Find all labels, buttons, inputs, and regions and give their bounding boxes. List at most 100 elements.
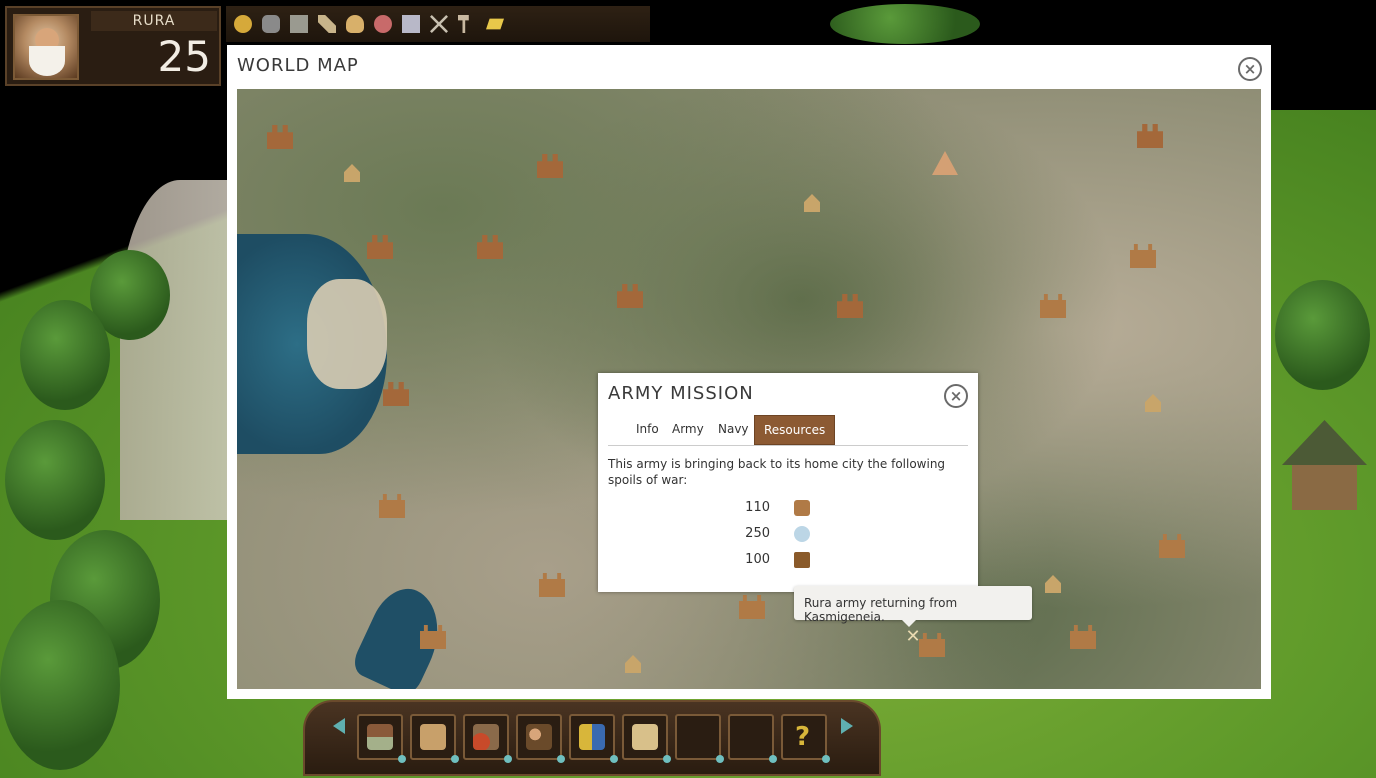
scroll-seal-glyph — [473, 724, 499, 750]
player-name: RURA — [91, 11, 217, 31]
help-icon[interactable]: ? — [781, 714, 830, 763]
village-marker-icon[interactable] — [804, 194, 820, 212]
city-glyph — [367, 724, 393, 750]
iron-ore-icon[interactable] — [262, 15, 280, 33]
city-marker-icon[interactable] — [367, 235, 393, 259]
fortress-marker-icon[interactable] — [1070, 625, 1096, 649]
tree — [830, 4, 980, 44]
city-marker-icon[interactable] — [617, 284, 643, 308]
map-scroll-glyph — [632, 724, 658, 750]
tree — [20, 300, 110, 410]
treasure-icon — [794, 552, 810, 568]
tree — [1275, 280, 1370, 390]
city-marker-icon[interactable] — [383, 382, 409, 406]
spoil-amount: 250 — [745, 526, 770, 541]
map-scroll-icon[interactable] — [622, 714, 671, 763]
scroll-left-arrow-icon[interactable] — [333, 718, 345, 734]
village-marker-icon[interactable] — [625, 655, 641, 673]
army-mission-dialog: ARMY MISSION × Info Army Navy Resources … — [598, 373, 978, 592]
bread-icon[interactable] — [346, 15, 364, 33]
army-mission-title: ARMY MISSION — [608, 383, 754, 404]
spoil-row: 110 — [598, 498, 978, 518]
city-icon[interactable] — [357, 714, 406, 763]
player-panel: RURA 25 — [5, 6, 221, 86]
resource-bar — [226, 6, 650, 42]
city-marker-icon[interactable] — [837, 294, 863, 318]
spoil-row: 100 — [598, 550, 978, 570]
advisors-glyph — [526, 724, 552, 750]
tab-army[interactable]: Army — [672, 415, 704, 443]
gold-ore-icon[interactable] — [234, 15, 252, 33]
bottom-toolbar: ? — [303, 700, 881, 776]
tooltip-arrow — [902, 620, 916, 627]
help-question-mark: ? — [795, 722, 811, 752]
fortress-marker-icon[interactable] — [539, 573, 565, 597]
tree — [0, 600, 120, 770]
stone-icon[interactable] — [290, 15, 308, 33]
crates-icon[interactable] — [410, 714, 459, 763]
slot-indicator — [716, 755, 724, 763]
empty-slot-icon[interactable] — [728, 714, 777, 763]
wood-icon — [794, 500, 810, 516]
slot-indicator — [822, 755, 830, 763]
village-marker-icon[interactable] — [1045, 575, 1061, 593]
slot-indicator — [610, 755, 618, 763]
world-map-window: WORLD MAP × — [227, 45, 1271, 699]
spoil-amount: 100 — [745, 552, 770, 567]
slot-indicator — [451, 755, 459, 763]
scroll-seal-icon[interactable] — [463, 714, 512, 763]
gold-bar-icon[interactable] — [486, 18, 504, 30]
trumpet-flag-icon[interactable] — [569, 714, 618, 763]
spoil-row: 250 — [598, 524, 978, 544]
fortress-marker-icon[interactable] — [1040, 294, 1066, 318]
city-marker-icon[interactable] — [1137, 124, 1163, 148]
tooltip-text: Rura army returning from Kasmigeneia. — [804, 596, 958, 624]
avatar-beard — [29, 46, 65, 76]
tab-info[interactable]: Info — [636, 415, 659, 443]
village-marker-icon[interactable] — [1145, 394, 1161, 412]
empty-slot-icon[interactable] — [675, 714, 724, 763]
world-map-title: WORLD MAP — [237, 55, 359, 76]
silver-icon — [794, 526, 810, 542]
spoils-description: This army is bringing back to its home c… — [608, 457, 946, 487]
spoil-amount: 110 — [745, 500, 770, 515]
slot-indicator — [398, 755, 406, 763]
slot-indicator — [769, 755, 777, 763]
village-marker-icon[interactable] — [344, 164, 360, 182]
fortress-marker-icon[interactable] — [379, 494, 405, 518]
fortress-marker-icon[interactable] — [1130, 244, 1156, 268]
player-avatar[interactable] — [13, 14, 79, 80]
fortress-marker-icon[interactable] — [1159, 534, 1185, 558]
house-wall — [1292, 465, 1357, 510]
hammer-icon[interactable] — [458, 15, 469, 33]
crates-glyph — [420, 724, 446, 750]
tab-navy[interactable]: Navy — [718, 415, 749, 443]
swords-icon[interactable] — [430, 15, 448, 33]
army-tooltip: Rura army returning from Kasmigeneia. — [794, 586, 1032, 627]
trumpet-flag-glyph — [579, 724, 605, 750]
fortress-marker-icon[interactable] — [739, 595, 765, 619]
slot-indicator — [663, 755, 671, 763]
fortress-marker-icon[interactable] — [919, 633, 945, 657]
scroll-right-arrow-icon[interactable] — [841, 718, 853, 734]
advisors-icon[interactable] — [516, 714, 565, 763]
player-level: 25 — [157, 32, 211, 81]
tree — [5, 420, 105, 540]
city-marker-icon[interactable] — [537, 154, 563, 178]
close-icon[interactable]: × — [944, 384, 968, 408]
village-house[interactable] — [1282, 420, 1367, 515]
camp-marker-icon[interactable] — [932, 151, 958, 175]
city-marker-icon[interactable] — [267, 125, 293, 149]
lake-shore — [307, 279, 387, 389]
meat-icon[interactable] — [374, 15, 392, 33]
city-marker-icon[interactable] — [477, 235, 503, 259]
slot-indicator — [504, 755, 512, 763]
army-mission-tabs: Info Army Navy Resources — [608, 415, 968, 446]
slot-indicator — [557, 755, 565, 763]
house-roof — [1282, 420, 1367, 465]
tools-icon[interactable] — [318, 15, 336, 33]
cloth-icon[interactable] — [402, 15, 420, 33]
tab-resources[interactable]: Resources — [754, 415, 836, 445]
army-crossed-swords-icon[interactable]: ✕ — [904, 628, 922, 646]
close-icon[interactable]: × — [1238, 57, 1262, 81]
